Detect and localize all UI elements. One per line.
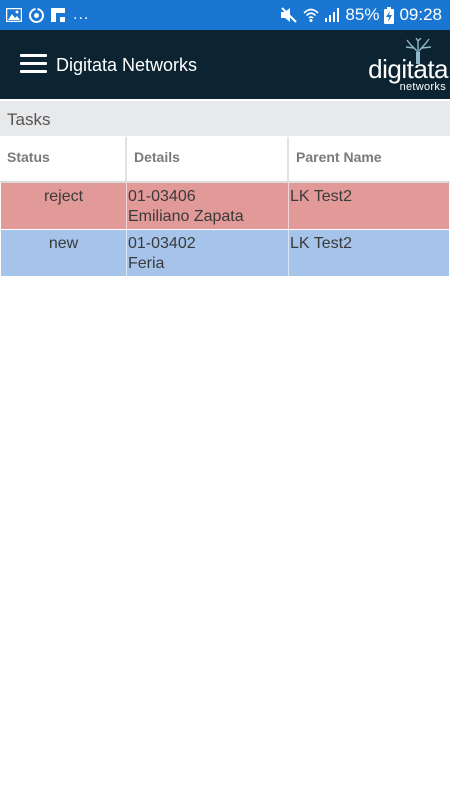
digitata-logo: digitata networks bbox=[362, 38, 448, 94]
signal-icon bbox=[325, 8, 340, 22]
table-row[interactable]: new 01-03402 Feria LK Test2 bbox=[1, 230, 449, 276]
parent-name-cell: LK Test2 bbox=[290, 188, 352, 205]
column-header-status[interactable]: Status bbox=[0, 137, 127, 181]
app-bar: Digitata Networks digitata networks bbox=[0, 30, 450, 99]
details-cell: 01-03406 Emiliano Zapata bbox=[127, 183, 289, 229]
image-icon bbox=[6, 8, 22, 22]
status-cell: reject bbox=[1, 183, 127, 229]
mute-icon bbox=[281, 7, 298, 23]
table-row[interactable]: reject 01-03406 Emiliano Zapata LK Test2 bbox=[1, 183, 449, 229]
hamburger-menu-icon[interactable] bbox=[20, 54, 48, 76]
status-bar-system: 85% 09:28 bbox=[280, 5, 442, 25]
wifi-icon bbox=[303, 8, 319, 22]
battery-percent: 85% bbox=[345, 5, 380, 24]
details-id: 01-03402 bbox=[128, 235, 196, 252]
clock: 09:28 bbox=[399, 5, 442, 24]
flipboard-icon bbox=[51, 8, 65, 22]
status-bar: ... 85% 09:28 bbox=[0, 0, 450, 30]
details-id: 01-03406 bbox=[128, 188, 196, 205]
battery-charging-icon bbox=[384, 6, 395, 24]
logo-subtext: networks bbox=[399, 81, 446, 93]
details-name: Feria bbox=[128, 255, 165, 272]
column-header-parent-name[interactable]: Parent Name bbox=[289, 137, 450, 181]
details-name: Emiliano Zapata bbox=[128, 208, 244, 225]
more-notifications-indicator: ... bbox=[73, 6, 90, 23]
status-bar-notifications: ... bbox=[6, 5, 89, 25]
tasks-section-header: Tasks bbox=[0, 101, 450, 136]
parent-name-cell: LK Test2 bbox=[290, 235, 352, 252]
section-title: Tasks bbox=[7, 110, 51, 129]
details-cell: 01-03402 Feria bbox=[127, 230, 289, 276]
app-title: Digitata Networks bbox=[56, 55, 198, 75]
status-cell: new bbox=[1, 230, 127, 276]
column-header-details[interactable]: Details bbox=[127, 137, 289, 181]
sync-icon bbox=[29, 6, 44, 23]
table-header: Status Details Parent Name bbox=[0, 137, 450, 183]
